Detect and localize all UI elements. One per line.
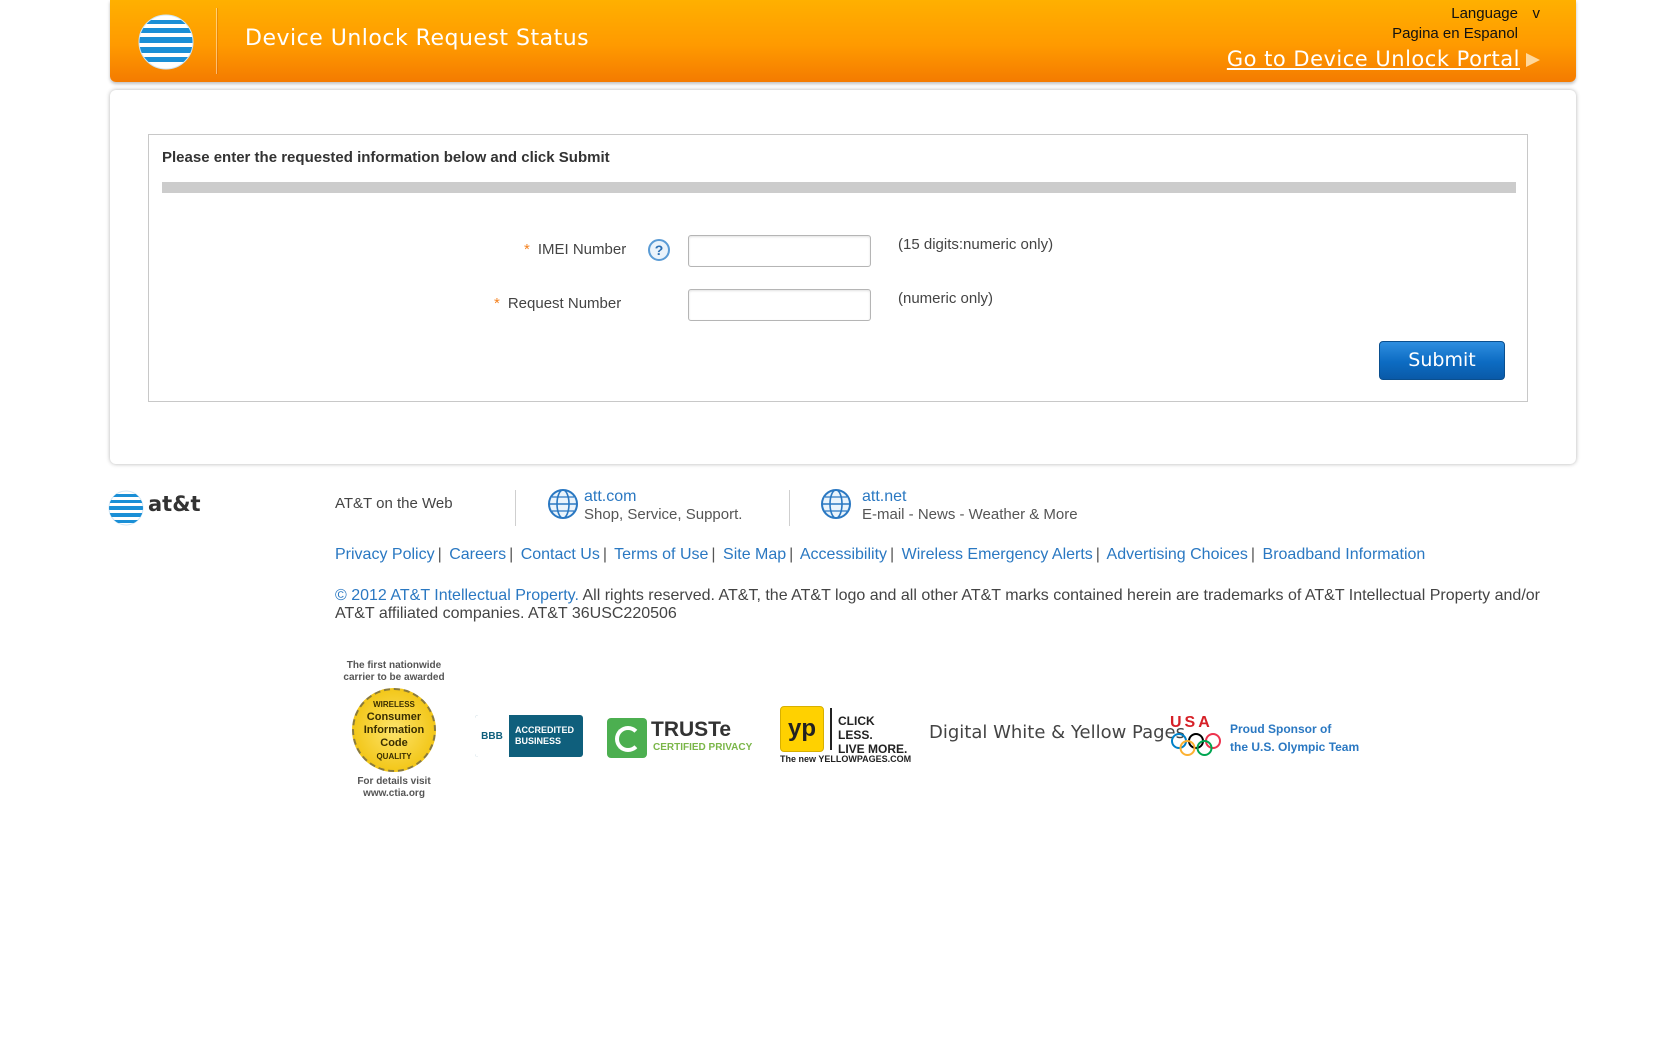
att-on-web-label: AT&T on the Web — [335, 495, 453, 512]
copyright-notice: © 2012 AT&T Intellectual Property. All r… — [335, 587, 1565, 623]
att-globe-icon[interactable] — [108, 490, 144, 526]
olympic-sponsor-line: Proud Sponsor of — [1230, 722, 1332, 736]
footer-divider — [515, 490, 516, 526]
advertising-choices-link[interactable]: Advertising Choices — [1107, 546, 1248, 563]
footer-divider — [789, 490, 790, 526]
ctia-seal-line: Information — [363, 723, 425, 736]
globe-icon — [821, 489, 851, 519]
att-net-subtitle: E-mail - News - Weather & More — [862, 506, 1078, 523]
contact-us-link[interactable]: Contact Us — [521, 546, 600, 563]
att-com-link[interactable]: att.com — [584, 488, 636, 506]
form-divider — [162, 182, 1516, 193]
device-unlock-portal-link[interactable]: Go to Device Unlock Portal — [1227, 47, 1520, 71]
broadband-information-link[interactable]: Broadband Information — [1263, 546, 1426, 563]
globe-icon — [548, 489, 578, 519]
usa-letters: USA — [1170, 714, 1213, 731]
form-instructions: Please enter the requested information b… — [162, 149, 610, 166]
careers-link[interactable]: Careers — [449, 546, 506, 563]
ctia-bottom-text: For details visit www.ctia.org — [357, 776, 431, 799]
olympic-rings-icon — [1171, 733, 1221, 756]
bbb-accredited-badge[interactable]: BBB ACCREDITED BUSINESS — [475, 715, 583, 757]
ctia-seal-ring-top: WIRELESS — [373, 699, 415, 709]
help-icon[interactable]: ? — [648, 239, 670, 261]
request-number-label-text: Request Number — [507, 295, 622, 312]
ctia-top-text: The first nationwide carrier to be award… — [343, 660, 445, 683]
imei-hint: (15 digits:numeric only) — [898, 236, 1054, 253]
olympic-sponsor-text: Proud Sponsor of the U.S. Olympic Team — [1230, 720, 1359, 756]
yp-bottom-text: The new YELLOWPAGES.COM — [780, 754, 912, 764]
intellectual-property-link[interactable]: © 2012 AT&T Intellectual Property. — [335, 587, 579, 604]
request-number-hint: (numeric only) — [898, 290, 994, 307]
language-selector[interactable]: Language — [1451, 5, 1518, 22]
privacy-policy-link[interactable]: Privacy Policy — [335, 546, 435, 563]
site-header: Device Unlock Request Status Language v … — [110, 0, 1576, 82]
truste-logo-icon — [607, 718, 647, 758]
unlock-status-form: Please enter the requested information b… — [148, 134, 1528, 402]
yp-logo-icon: yp — [780, 706, 824, 752]
ctia-seal-line: Code — [380, 736, 408, 749]
digital-yellow-pages-caption[interactable]: Digital White & Yellow Pages — [929, 722, 1185, 743]
yp-divider — [830, 708, 832, 750]
ctia-seal-ring-bottom: QUALITY — [376, 751, 412, 761]
spanish-page-link[interactable]: Pagina en Espanol — [1392, 25, 1518, 42]
request-number-input[interactable] — [688, 289, 871, 321]
ctia-seal-icon: WIRELESS Consumer Information Code QUALI… — [352, 688, 436, 772]
required-marker: * — [494, 295, 500, 312]
ctia-badge[interactable]: The first nationwide carrier to be award… — [335, 660, 453, 810]
truste-badge[interactable]: TRUSTe CERTIFIED PRIVACY — [607, 718, 755, 758]
truste-subtitle: CERTIFIED PRIVACY — [653, 742, 753, 753]
olympic-sponsor-badge[interactable]: USA Proud Sponsor of the U.S. Olympic Te… — [1170, 714, 1380, 762]
att-globe-icon[interactable] — [138, 14, 194, 70]
yellowpages-badge[interactable]: yp CLICK LESS. LIVE MORE. The new YELLOW… — [780, 706, 912, 764]
required-marker: * — [524, 241, 530, 258]
bbb-text-line: BUSINESS — [515, 736, 562, 746]
att-com-subtitle: Shop, Service, Support. — [584, 506, 743, 523]
footer-links: Privacy Policy | Careers | Contact Us | Ter… — [335, 546, 1426, 563]
trust-badges: The first nationwide carrier to be award… — [335, 660, 1385, 820]
imei-label-text: IMEI Number — [537, 241, 627, 258]
yp-tagline: CLICK LESS. LIVE MORE. — [838, 714, 908, 756]
bbb-text: ACCREDITED BUSINESS — [509, 725, 574, 747]
header-divider — [216, 8, 217, 74]
content-card: Please enter the requested information b… — [110, 90, 1576, 464]
bbb-text-line: ACCREDITED — [515, 725, 575, 735]
site-map-link[interactable]: Site Map — [723, 546, 786, 563]
arrow-right-icon[interactable] — [1526, 53, 1540, 67]
att-logo-text[interactable]: at&t — [148, 492, 201, 516]
imei-input[interactable] — [688, 235, 871, 267]
page-title: Device Unlock Request Status — [245, 26, 590, 51]
att-net-link[interactable]: att.net — [862, 488, 906, 506]
imei-label: * IMEI Number — [524, 241, 626, 258]
accessibility-link[interactable]: Accessibility — [800, 546, 887, 563]
truste-name: TRUSTe — [651, 718, 732, 741]
bbb-torch-icon: BBB — [475, 715, 509, 757]
ctia-seal-line: Consumer — [366, 710, 422, 723]
wireless-emergency-alerts-link[interactable]: Wireless Emergency Alerts — [902, 546, 1093, 563]
terms-of-use-link[interactable]: Terms of Use — [614, 546, 708, 563]
olympic-sponsor-line: the U.S. Olympic Team — [1230, 740, 1360, 754]
yp-tagline-line: CLICK LESS. — [838, 714, 875, 742]
submit-button[interactable]: Submit — [1379, 341, 1505, 380]
site-footer: at&t AT&T on the Web att.com Shop, Servi… — [0, 480, 1680, 840]
request-number-label: * Request Number — [494, 295, 621, 312]
chevron-down-icon[interactable]: v — [1533, 5, 1541, 22]
